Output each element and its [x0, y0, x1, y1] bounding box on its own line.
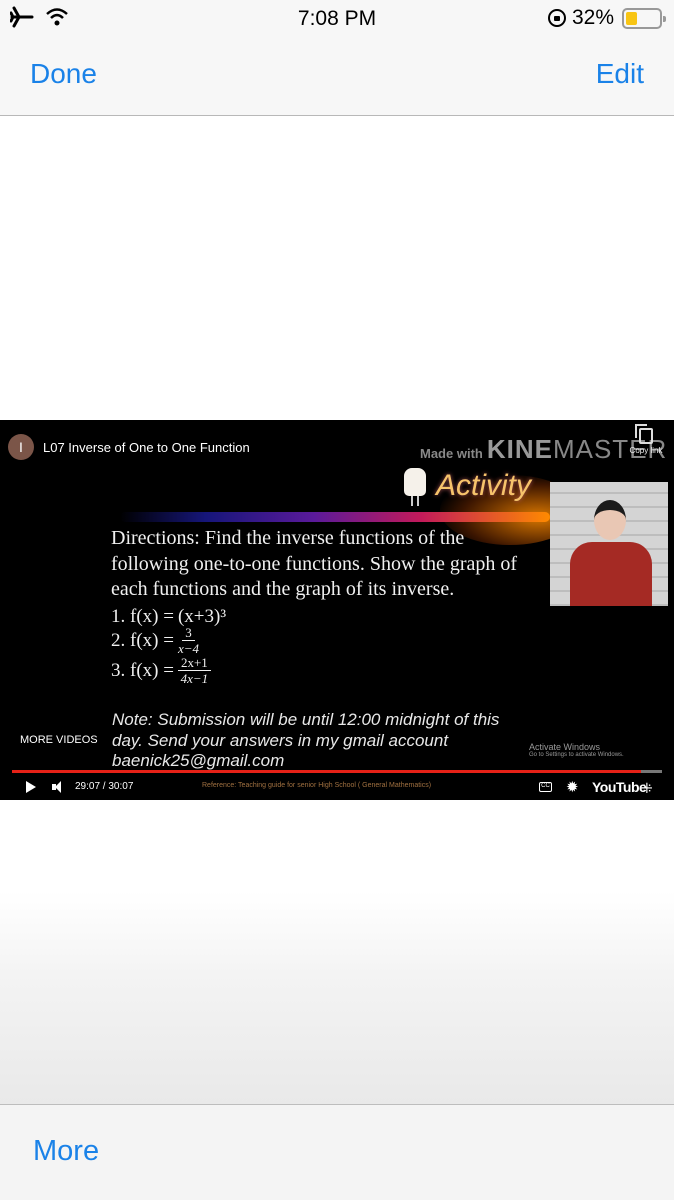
nav-bar: Done Edit — [0, 38, 674, 116]
content-background — [0, 800, 674, 1104]
copy-link-label: Copy link — [629, 446, 663, 455]
equation-label: 1. f(x) = — [111, 606, 174, 627]
video-progress-bar[interactable] — [12, 770, 662, 773]
equation-fraction: 3 x−4 — [178, 626, 199, 655]
battery-icon — [622, 7, 666, 29]
closed-captions-icon[interactable]: CC — [539, 782, 552, 792]
equation-label: 2. f(x) = — [111, 629, 174, 651]
exit-fullscreen-icon[interactable]: ⁜ — [641, 780, 653, 797]
fraction-denominator: 4x−1 — [180, 671, 209, 686]
video-progress-fill — [12, 770, 641, 773]
presenter-head — [594, 500, 626, 540]
more-videos-button[interactable]: MORE VIDEOS — [20, 734, 98, 746]
copy-icon — [635, 424, 653, 444]
activity-title: Activity — [436, 469, 532, 502]
status-bar: 7:08 PM 32% — [0, 0, 674, 38]
fraction-numerator: 3 — [182, 626, 195, 641]
activate-windows-watermark: Activate Windows Go to Settings to activ… — [529, 742, 624, 758]
note-line: Note: Submission will be until 12:00 mid… — [112, 710, 500, 729]
equation-label: 3. f(x) = — [111, 659, 174, 681]
youtube-logo[interactable]: YouTube — [592, 779, 647, 795]
equation-2: 2. f(x) = 3 x−4 — [111, 626, 199, 655]
video-header: I L07 Inverse of One to One Function — [8, 434, 250, 460]
note-line: day. Send your answers in my gmail accou… — [112, 730, 449, 750]
activate-windows-title: Activate Windows — [529, 742, 601, 752]
directions-line: Directions: Find the inverse functions o… — [111, 527, 465, 549]
video-player[interactable]: I L07 Inverse of One to One Function Mad… — [0, 420, 674, 800]
done-button[interactable]: Done — [30, 58, 97, 90]
directions-text: Directions: Find the inverse functions o… — [111, 526, 517, 603]
thumbs-spring — [411, 496, 419, 506]
equation-3: 3. f(x) = 2x+1 4x−1 — [111, 656, 211, 685]
orientation-lock-icon — [547, 9, 566, 27]
gear-icon[interactable]: ✹ — [566, 778, 579, 796]
thumbs-hand — [404, 468, 426, 496]
fraction-denominator: x−4 — [177, 641, 199, 656]
equation-1: 1. f(x) = (x+3)³ — [111, 606, 226, 628]
directions-line: each functions and the graph of its inve… — [111, 578, 455, 600]
video-title[interactable]: L07 Inverse of One to One Function — [43, 440, 250, 455]
activate-windows-subtitle: Go to Settings to activate Windows. — [529, 752, 624, 758]
presenter-body — [570, 542, 652, 606]
slide-reference: Reference: Teaching guide for senior Hig… — [202, 782, 432, 789]
equation-fraction: 2x+1 4x−1 — [177, 656, 211, 686]
volume-icon[interactable] — [52, 780, 68, 794]
screen: 7:08 PM 32% Done Edit I L07 Inverse of O… — [0, 0, 674, 1200]
activity-heading: Activity — [398, 464, 531, 508]
edit-button[interactable]: Edit — [596, 58, 644, 90]
submission-note: Note: Submission will be until 12:00 mid… — [112, 710, 499, 772]
play-icon[interactable] — [26, 781, 36, 793]
battery-percent: 32% — [571, 6, 614, 29]
thumbs-up-icon — [398, 464, 432, 508]
fraction-numerator: 2x+1 — [177, 656, 211, 671]
glow-bar-decoration — [120, 512, 550, 522]
status-right: 32% — [547, 6, 666, 30]
battery-level — [626, 11, 637, 25]
watermark-brand-bold: KINE — [486, 434, 553, 464]
directions-line: following one-to-one functions. Show the… — [111, 552, 518, 575]
note-line: baenick25@gmail.com — [112, 751, 285, 770]
bottom-toolbar: More — [0, 1104, 674, 1200]
webcam-overlay — [550, 482, 668, 606]
watermark-made-with: Made with — [420, 446, 483, 461]
battery-tip — [663, 15, 666, 22]
time-display: 29:07 / 30:07 — [75, 781, 134, 792]
more-button[interactable]: More — [33, 1135, 99, 1168]
video-controls: 29:07 / 30:07 Reference: Teaching guide … — [0, 776, 674, 800]
channel-avatar[interactable]: I — [8, 434, 34, 460]
copy-link-button[interactable]: Copy link — [626, 424, 666, 455]
